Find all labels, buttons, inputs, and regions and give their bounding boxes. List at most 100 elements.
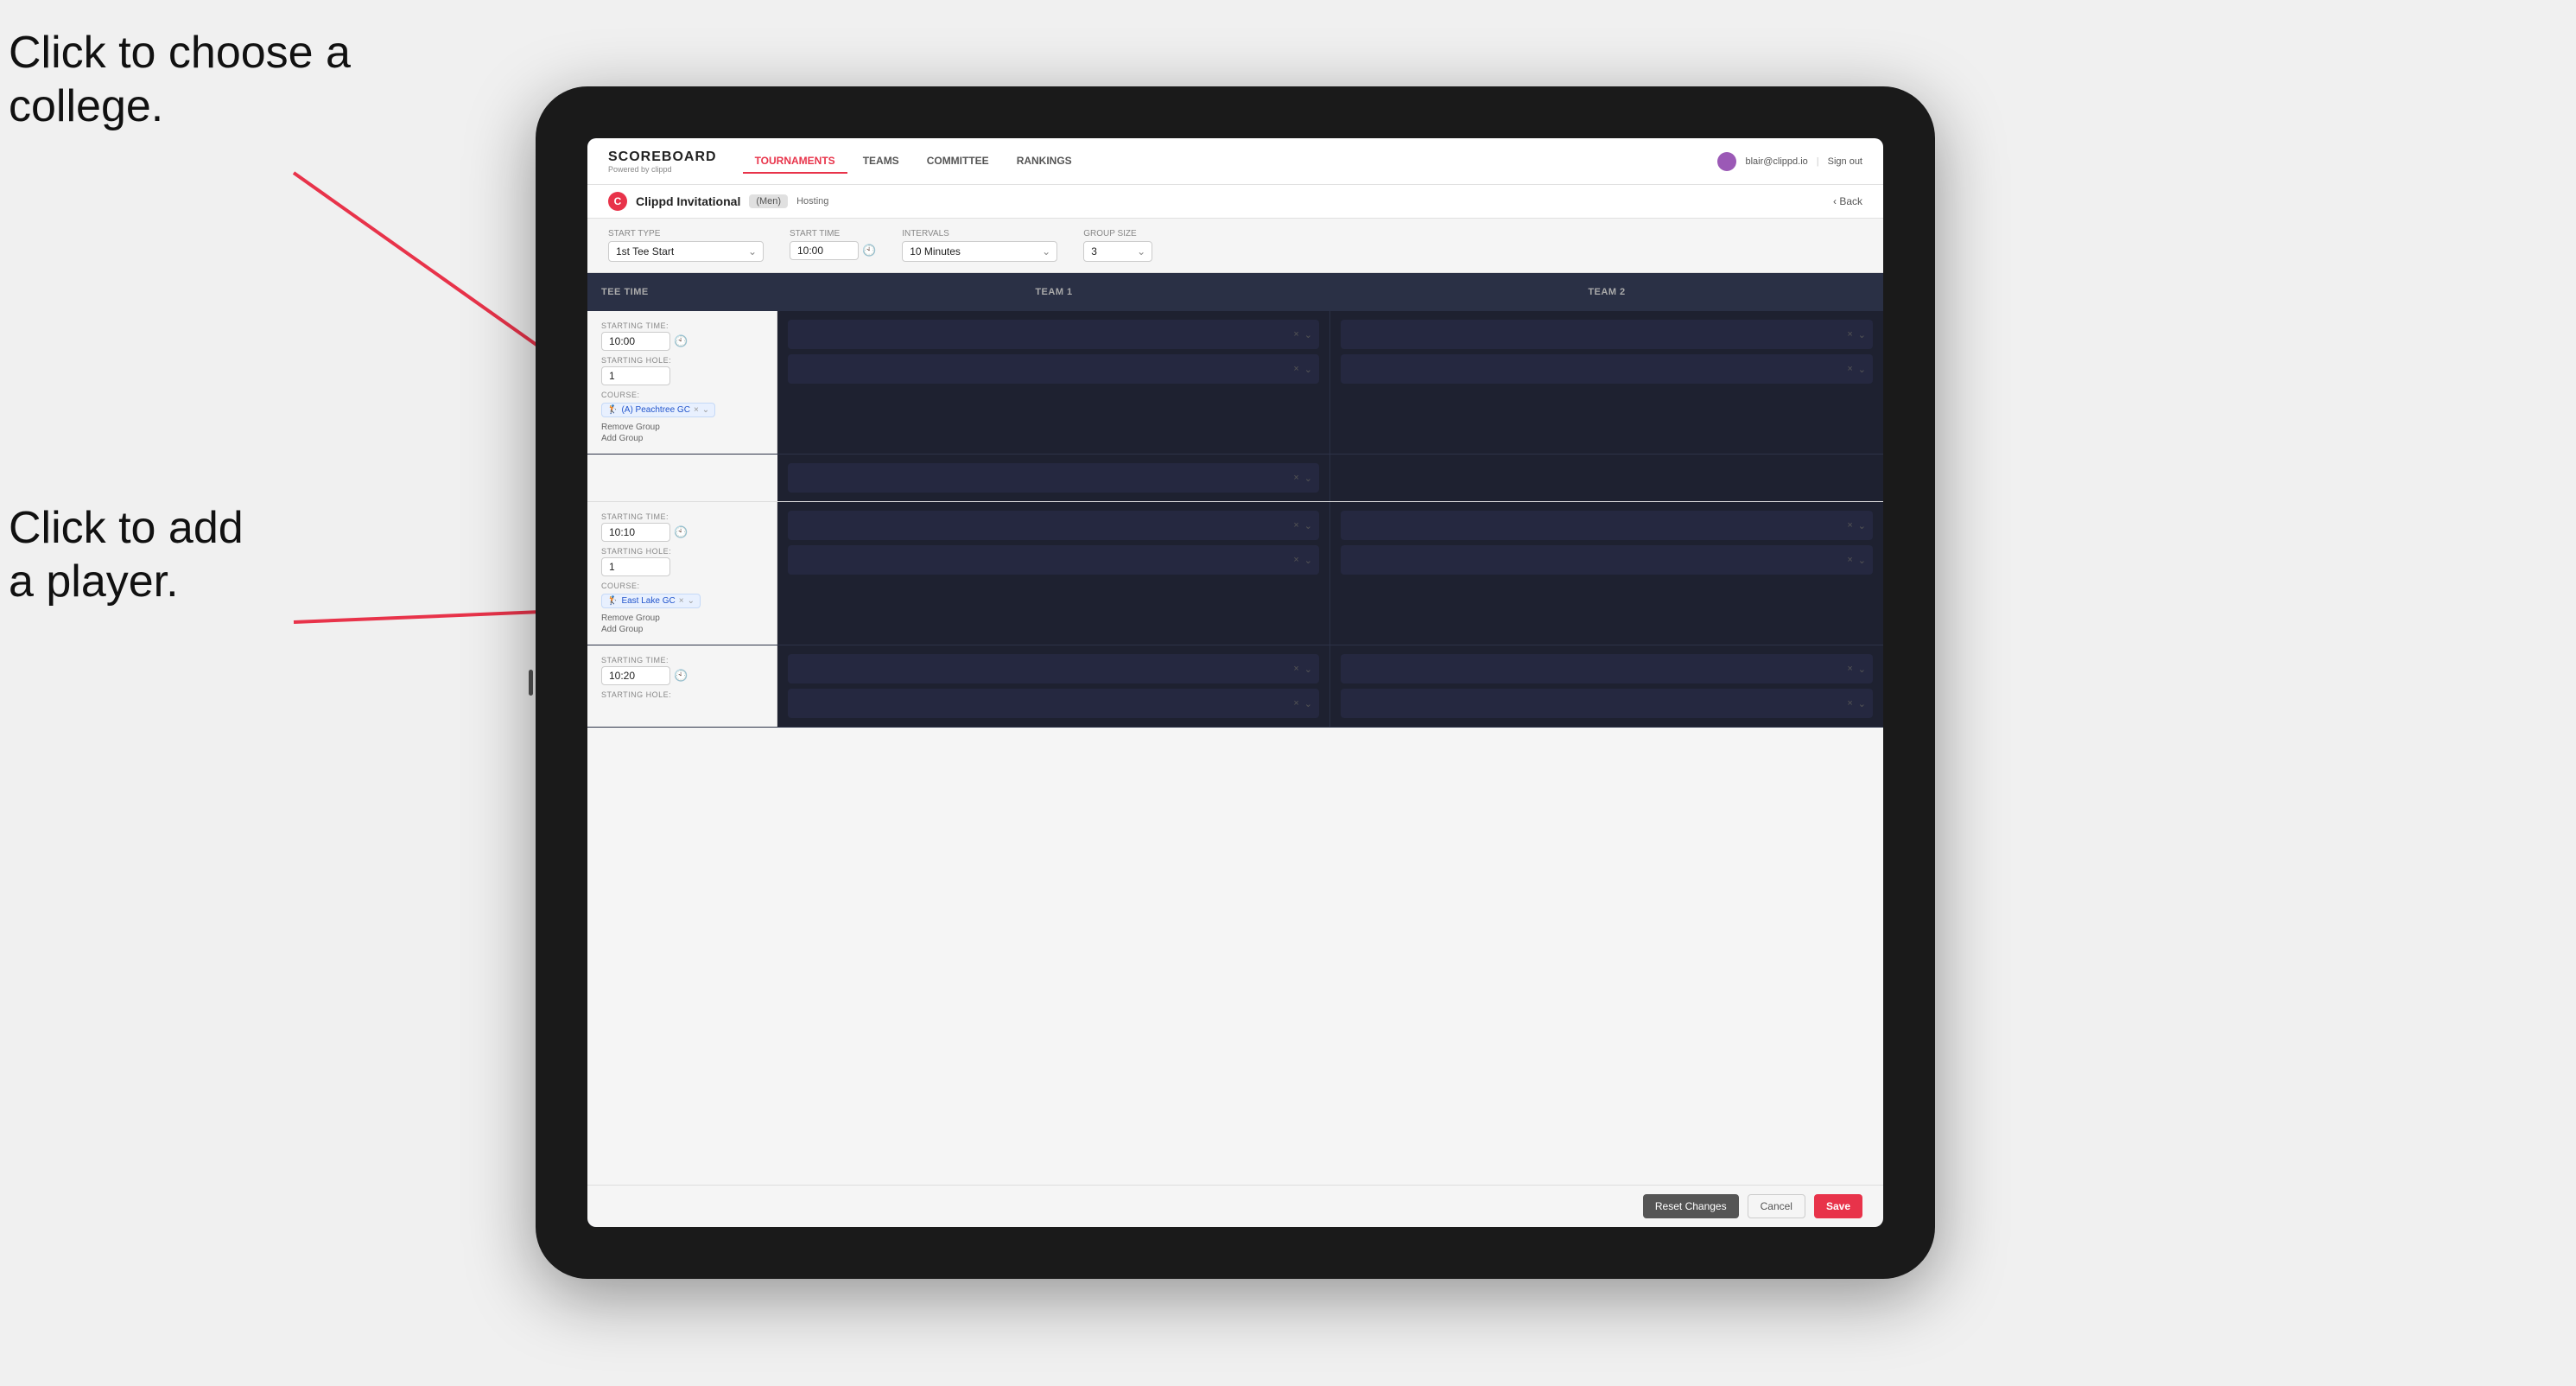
- intervals-select[interactable]: 10 Minutes: [902, 241, 1057, 262]
- player-slot-1-3[interactable]: × ⌄: [1341, 545, 1873, 575]
- table-header: Tee Time Team 1 Team 2: [587, 273, 1883, 311]
- slot-x-icon[interactable]: ×: [1847, 364, 1852, 374]
- user-email: blair@clippd.io: [1745, 156, 1807, 167]
- back-button[interactable]: ‹ Back: [1833, 195, 1862, 207]
- th-team1: Team 1: [777, 280, 1330, 304]
- slot-chevron-icon[interactable]: ⌄: [1304, 698, 1312, 709]
- extra-slot-0[interactable]: × ⌄: [788, 463, 1319, 493]
- scroll-indicator[interactable]: [529, 670, 533, 696]
- clock-icon-0: 🕙: [674, 334, 688, 348]
- hole-select-0[interactable]: 1: [601, 366, 670, 385]
- slot-x-icon[interactable]: ×: [1847, 664, 1852, 674]
- player-slot-0-3[interactable]: × ⌄: [1341, 354, 1873, 384]
- time-input-1[interactable]: [601, 523, 670, 542]
- course-tag-0[interactable]: 🏌 (A) Peachtree GC × ⌄: [601, 403, 715, 417]
- logo-area: SCOREBOARD Powered by clippd: [608, 149, 717, 174]
- player-slot-2-2[interactable]: × ⌄: [1341, 654, 1873, 683]
- slot-x-icon[interactable]: ×: [1293, 555, 1298, 565]
- slot-chevron-icon[interactable]: ⌄: [1304, 473, 1312, 484]
- remove-group-0[interactable]: Remove Group: [601, 423, 763, 432]
- course-chevron-0[interactable]: ⌄: [702, 405, 709, 415]
- clock-icon-1: 🕙: [674, 525, 688, 539]
- remove-group-1[interactable]: Remove Group: [601, 614, 763, 623]
- slot-x-icon[interactable]: ×: [1293, 520, 1298, 531]
- nav-link-rankings[interactable]: RANKINGS: [1005, 149, 1084, 174]
- player-slot-2-0[interactable]: × ⌄: [788, 654, 1319, 683]
- slot-x-icon[interactable]: ×: [1847, 698, 1852, 709]
- reset-button[interactable]: Reset Changes: [1643, 1194, 1739, 1218]
- player-slot-0-1[interactable]: × ⌄: [788, 354, 1319, 384]
- course-label-0: COURSE:: [601, 391, 763, 399]
- nav-link-committee[interactable]: COMMITTEE: [915, 149, 1001, 174]
- course-remove-0[interactable]: ×: [694, 405, 699, 415]
- clippd-logo: C: [608, 192, 627, 211]
- course-label-1: COURSE:: [601, 582, 763, 590]
- slot-x-icon[interactable]: ×: [1293, 364, 1298, 374]
- sign-out-link[interactable]: Sign out: [1828, 156, 1862, 167]
- extra-team2-0: [1330, 455, 1883, 501]
- schedule-row-1: STARTING TIME: 🕙 STARTING HOLE: 1 COURSE…: [587, 502, 1883, 645]
- action-links-1: Remove Group Add Group: [601, 614, 763, 634]
- extra-row-0: × ⌄: [587, 455, 1883, 502]
- start-time-label: Start Time: [790, 229, 876, 238]
- course-tag-1[interactable]: 🏌 East Lake GC × ⌄: [601, 594, 701, 608]
- slot-x-icon[interactable]: ×: [1293, 698, 1298, 709]
- action-links-0: Remove Group Add Group: [601, 423, 763, 443]
- slot-chevron-icon[interactable]: ⌄: [1304, 329, 1312, 340]
- team2-panel-1: × ⌄ × ⌄: [1330, 502, 1883, 645]
- slot-chevron-icon[interactable]: ⌄: [1304, 364, 1312, 375]
- player-slot-1-0[interactable]: × ⌄: [788, 511, 1319, 540]
- slot-x-icon[interactable]: ×: [1293, 473, 1298, 483]
- slot-x-icon[interactable]: ×: [1847, 520, 1852, 531]
- nav-links: TOURNAMENTS TEAMS COMMITTEE RANKINGS: [743, 149, 1718, 174]
- start-type-select[interactable]: 1st Tee Start: [608, 241, 764, 262]
- team1-panel-2: × ⌄ × ⌄: [777, 645, 1330, 727]
- slot-chevron-icon[interactable]: ⌄: [1858, 364, 1866, 375]
- start-time-input[interactable]: [790, 241, 859, 260]
- annotation-line1: Click to choose a: [9, 28, 351, 78]
- slot-x-icon[interactable]: ×: [1847, 555, 1852, 565]
- slot-chevron-icon[interactable]: ⌄: [1858, 698, 1866, 709]
- hole-select-1[interactable]: 1: [601, 557, 670, 576]
- slot-x-icon[interactable]: ×: [1293, 329, 1298, 340]
- annotation-line4: a player.: [9, 556, 179, 607]
- slot-chevron-icon[interactable]: ⌄: [1304, 664, 1312, 675]
- extra-team1-0: × ⌄: [777, 455, 1330, 501]
- add-group-1[interactable]: Add Group: [601, 625, 763, 634]
- add-group-0[interactable]: Add Group: [601, 434, 763, 443]
- team1-panel-1: × ⌄ × ⌄: [777, 502, 1330, 645]
- time-input-0[interactable]: [601, 332, 670, 351]
- player-slot-2-3[interactable]: × ⌄: [1341, 689, 1873, 718]
- slot-chevron-icon[interactable]: ⌄: [1858, 664, 1866, 675]
- player-slot-2-1[interactable]: × ⌄: [788, 689, 1319, 718]
- slot-x-icon[interactable]: ×: [1293, 664, 1298, 674]
- player-slot-0-0[interactable]: × ⌄: [788, 320, 1319, 349]
- tablet-screen: SCOREBOARD Powered by clippd TOURNAMENTS…: [587, 138, 1883, 1227]
- schedule-body: STARTING TIME: 🕙 STARTING HOLE: 1 COURSE…: [587, 311, 1883, 1185]
- nav-right: blair@clippd.io | Sign out: [1717, 152, 1862, 171]
- slot-chevron-icon[interactable]: ⌄: [1858, 555, 1866, 566]
- player-slot-1-1[interactable]: × ⌄: [788, 545, 1319, 575]
- tournament-name: Clippd Invitational: [636, 194, 740, 208]
- player-slot-0-2[interactable]: × ⌄: [1341, 320, 1873, 349]
- left-panel-2: STARTING TIME: 🕙 STARTING HOLE:: [587, 645, 777, 727]
- slot-chevron-icon[interactable]: ⌄: [1304, 520, 1312, 531]
- slot-chevron-icon[interactable]: ⌄: [1858, 329, 1866, 340]
- slot-x-icon[interactable]: ×: [1847, 329, 1852, 340]
- th-team2: Team 2: [1330, 280, 1883, 304]
- cancel-button[interactable]: Cancel: [1748, 1194, 1805, 1218]
- nav-link-teams[interactable]: TEAMS: [851, 149, 911, 174]
- slot-chevron-icon[interactable]: ⌄: [1858, 520, 1866, 531]
- hole-label-1: STARTING HOLE:: [601, 547, 763, 556]
- slot-chevron-icon[interactable]: ⌄: [1304, 555, 1312, 566]
- group-size-select[interactable]: 3: [1083, 241, 1152, 262]
- save-button[interactable]: Save: [1814, 1194, 1862, 1218]
- course-remove-1[interactable]: ×: [679, 596, 684, 606]
- course-chevron-1[interactable]: ⌄: [688, 596, 695, 606]
- nav-link-tournaments[interactable]: TOURNAMENTS: [743, 149, 847, 174]
- hosting-badge: Hosting: [796, 196, 828, 207]
- time-input-2[interactable]: [601, 666, 670, 685]
- player-slot-1-2[interactable]: × ⌄: [1341, 511, 1873, 540]
- tournament-badge: (Men): [749, 194, 788, 208]
- clock-icon: 🕙: [862, 244, 876, 257]
